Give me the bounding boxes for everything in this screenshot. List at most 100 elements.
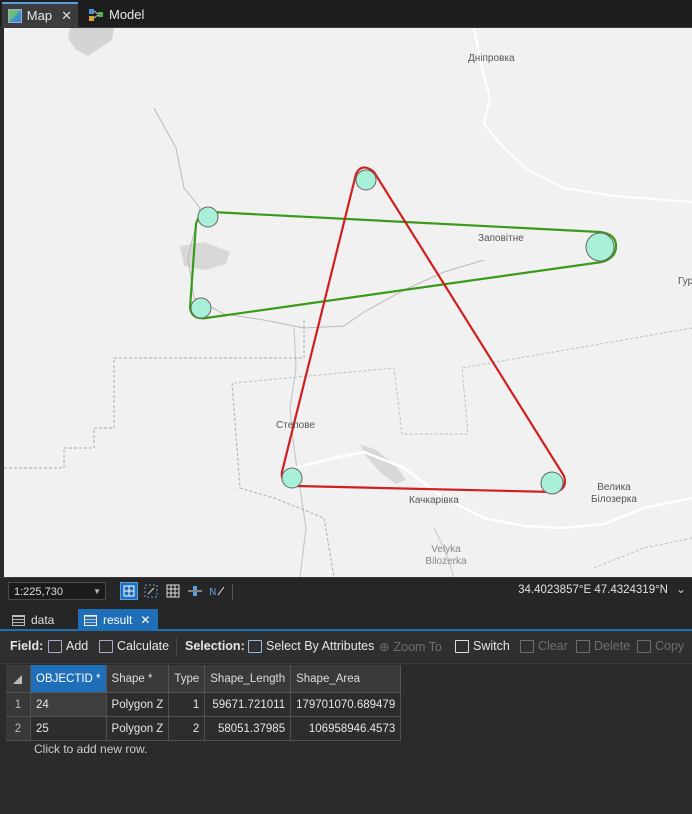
tab-data-label: data	[31, 613, 55, 627]
tab-map-label: Map	[26, 8, 53, 23]
header-row: OBJECTID * Shape * Type Shape_Length Sha…	[6, 665, 402, 693]
zoom-to-icon: ⊕	[379, 640, 390, 654]
delete-label: Delete	[594, 639, 631, 653]
table-icon	[12, 614, 25, 626]
tab-map[interactable]: Map ✕	[2, 2, 78, 27]
clear-selection-button[interactable]: Clear	[520, 639, 568, 653]
select-all-corner[interactable]	[6, 665, 31, 693]
green-polygon[interactable]	[188, 210, 618, 320]
cell-shape[interactable]: Polygon Z	[106, 716, 170, 741]
place-label-line: Velyka	[431, 544, 461, 555]
delete-icon	[576, 639, 590, 653]
table-tab-bar: data result ✕	[0, 604, 692, 631]
column-header-objectid[interactable]: OBJECTID *	[30, 665, 107, 693]
admin-boundary	[233, 327, 692, 435]
zoom-to-button[interactable]: ⊕ Zoom To	[379, 639, 442, 655]
cell-shape-area[interactable]: 106958946.4573	[290, 716, 402, 741]
place-label: Велика	[594, 482, 634, 494]
place-label-line: Bilozerka	[425, 556, 467, 567]
calculate-field-button[interactable]: Calculate	[99, 639, 169, 653]
table-row[interactable]: 2 25 Polygon Z 2 58051.37985 106958946.4…	[6, 716, 402, 741]
tab-model-label: Model	[109, 7, 145, 22]
row-number[interactable]: 2	[6, 716, 31, 741]
tab-model[interactable]: Model	[82, 2, 162, 27]
calculate-label: Calculate	[117, 639, 170, 653]
svg-text:N: N	[209, 587, 216, 598]
table-grid-icon[interactable]	[164, 582, 182, 600]
water-body	[68, 28, 114, 56]
document-tab-bar: Map ✕ Model	[0, 0, 692, 28]
copy-icon	[637, 639, 651, 653]
place-label: Степове	[276, 420, 315, 431]
place-label-line: Білозерка	[591, 494, 637, 505]
column-header-shape-area[interactable]: Shape_Area	[290, 665, 402, 693]
cell-type[interactable]: 1	[168, 692, 206, 717]
select-by-attributes-label: Select By Attributes	[266, 639, 375, 653]
column-header-shape[interactable]: Shape *	[106, 665, 170, 693]
add-field-icon	[48, 639, 62, 653]
model-icon	[89, 8, 103, 21]
scale-value: 1:225,730	[14, 586, 63, 598]
cell-type[interactable]: 2	[168, 716, 206, 741]
tab-result-label: result	[103, 613, 133, 627]
close-icon[interactable]: ✕	[61, 8, 72, 24]
tab-result[interactable]: result ✕	[78, 609, 158, 631]
place-label: Заповітне	[478, 233, 524, 244]
select-by-attributes-button[interactable]: Select By Attributes	[248, 639, 374, 653]
add-new-row[interactable]: Click to add new row.	[34, 742, 147, 756]
add-field-button[interactable]: Add	[48, 639, 88, 653]
constraint-icon[interactable]	[186, 582, 204, 600]
attribute-table: OBJECTID * Shape * Type Shape_Length Sha…	[6, 665, 402, 764]
calculator-icon	[99, 639, 113, 653]
place-label: Качкарівка	[409, 495, 459, 506]
select-by-attributes-icon	[248, 639, 262, 653]
cell-shape-area[interactable]: 179701070.689479	[290, 692, 402, 717]
zoom-to-label: Zoom To	[393, 639, 442, 654]
coordinates-readout: 34.4023857°E 47.4324319°N	[518, 584, 668, 596]
tab-data[interactable]: data	[6, 609, 70, 631]
red-polygon[interactable]	[280, 166, 566, 494]
row-number[interactable]: 1	[6, 692, 31, 717]
column-header-type[interactable]: Type	[168, 665, 206, 693]
admin-boundary	[4, 318, 305, 469]
cell-objectid[interactable]: 25	[30, 716, 107, 741]
water-body	[180, 242, 230, 270]
switch-icon	[455, 639, 469, 653]
map-status-bar: 1:225,730 ▼ N 34.4023857°E 47.4324319°N …	[0, 577, 692, 605]
clear-icon	[520, 639, 534, 653]
table-icon	[84, 614, 97, 626]
copy-button[interactable]: Copy	[637, 639, 684, 653]
switch-selection-button[interactable]: Switch	[455, 639, 510, 653]
vertex-marker[interactable]	[585, 232, 615, 262]
navigation-constraint-icon[interactable]: N	[208, 582, 226, 600]
table-row[interactable]: 1 24 Polygon Z 1 59671.721011 179701070.…	[6, 692, 402, 717]
close-icon[interactable]: ✕	[140, 613, 150, 627]
table-toolbar: Field: Add Calculate Selection: Select B…	[0, 631, 692, 664]
place-label: Дніпровка	[468, 53, 515, 64]
cell-shape[interactable]: Polygon Z	[106, 692, 170, 717]
grid-snap-icon[interactable]	[120, 582, 138, 600]
vertex-marker[interactable]	[355, 169, 377, 191]
vertex-marker[interactable]	[281, 467, 303, 489]
column-header-shape-length[interactable]: Shape_Length	[204, 665, 292, 693]
cell-shape-length[interactable]: 59671.721011	[204, 692, 292, 717]
field-label: Field:	[10, 639, 44, 653]
vertex-marker[interactable]	[540, 471, 564, 495]
cell-objectid[interactable]: 24	[30, 692, 107, 717]
map-view[interactable]: Дніпровка Заповітне Гур Степове Качкарів…	[4, 28, 692, 577]
place-label-line: Велика	[597, 482, 631, 493]
cell-shape-length[interactable]: 58051.37985	[204, 716, 292, 741]
snapping-icon[interactable]	[142, 582, 160, 600]
place-label: Velyka Bilozerka	[420, 544, 472, 568]
scale-selector[interactable]: 1:225,730 ▼	[8, 582, 106, 600]
delete-button[interactable]: Delete	[576, 639, 630, 653]
admin-boundary	[593, 537, 692, 569]
separator	[176, 638, 177, 656]
vertex-marker[interactable]	[190, 297, 212, 319]
chevron-down-icon[interactable]: ▼	[93, 583, 101, 601]
selection-label: Selection:	[185, 639, 245, 653]
separator	[232, 584, 233, 600]
water-body	[360, 444, 406, 484]
chevron-down-icon[interactable]: ⌄	[676, 582, 686, 596]
vertex-marker[interactable]	[197, 206, 219, 228]
